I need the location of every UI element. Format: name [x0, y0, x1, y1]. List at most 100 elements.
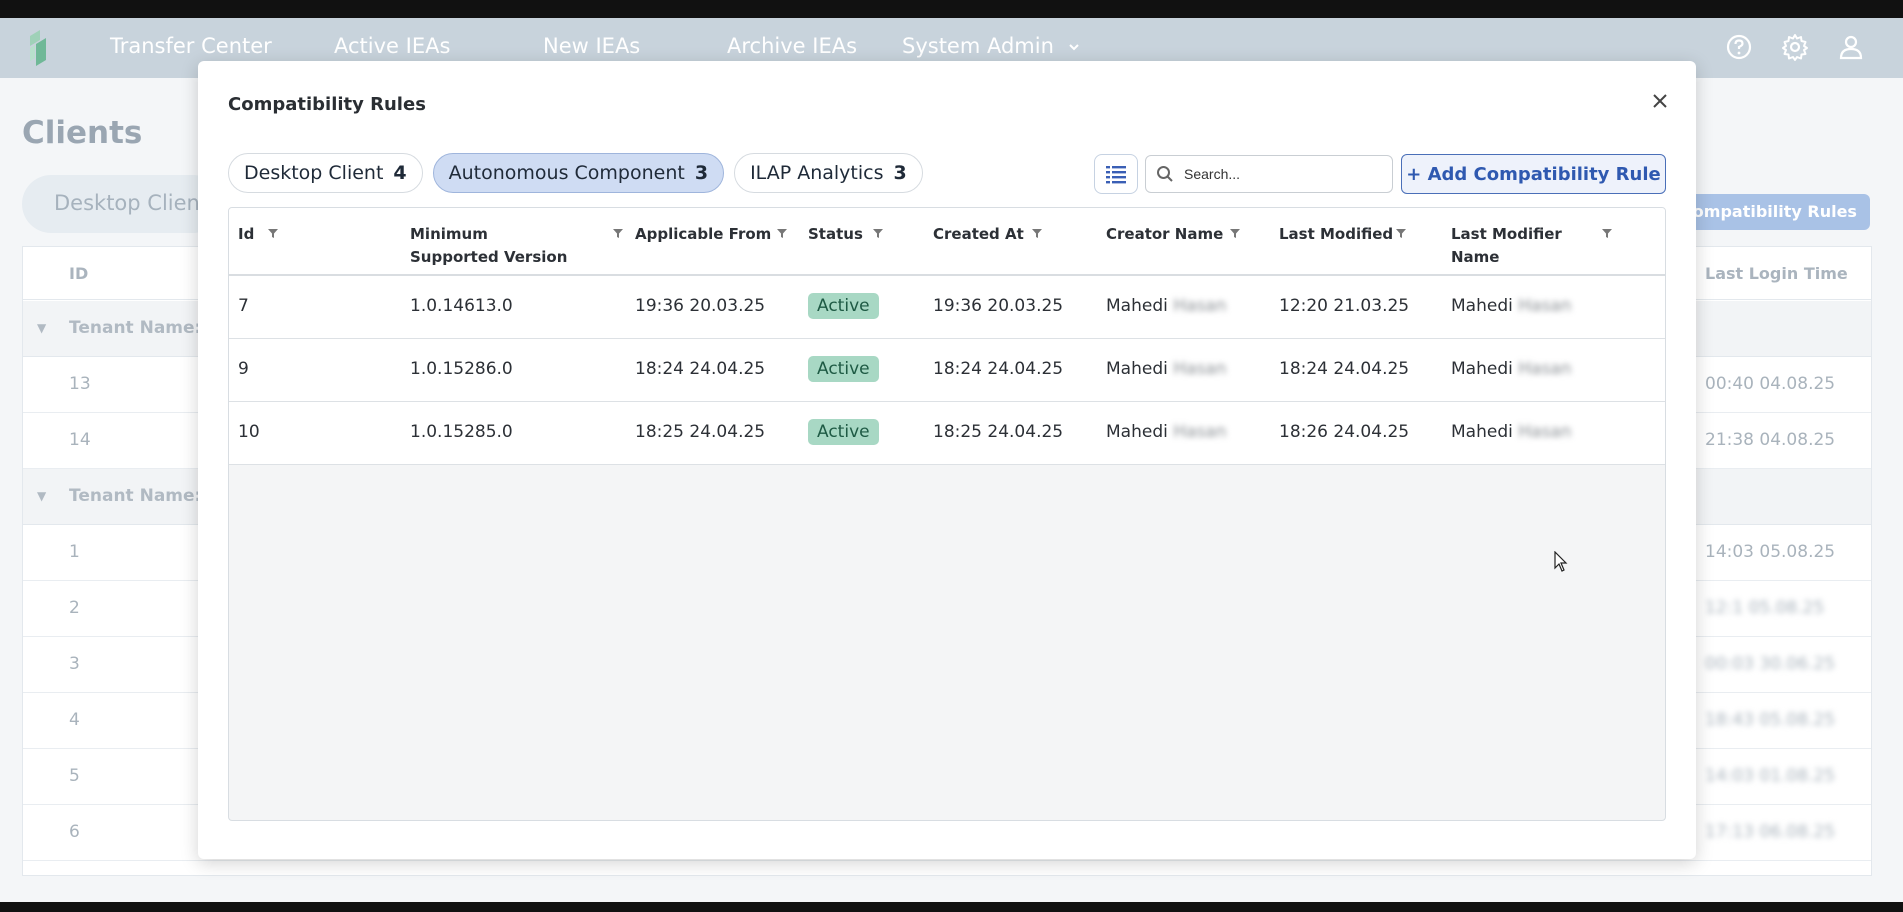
cell-modifier-name: Mahedi Hasan: [1451, 296, 1572, 316]
filter-icon[interactable]: [1229, 227, 1241, 239]
add-compatibility-rule-button[interactable]: + Add Compatibility Rule: [1401, 154, 1666, 194]
row-time: 14:03 01.08.25: [1705, 766, 1836, 786]
cell-version: 1.0.15286.0: [410, 359, 513, 379]
filter-icon[interactable]: [1031, 227, 1043, 239]
cell-version: 1.0.14613.0: [410, 296, 513, 316]
cell-last-modified: 12:20 21.03.25: [1279, 296, 1410, 316]
filter-icon[interactable]: [872, 227, 884, 239]
modifier-last-name: Hasan: [1518, 296, 1572, 316]
nav-active-ieas[interactable]: Active IEAs: [334, 34, 450, 58]
cell-creator-name: Mahedi Hasan: [1106, 296, 1227, 316]
bg-tab-desktop-client[interactable]: Desktop Client: [54, 191, 208, 215]
compatibility-rules-button[interactable]: Compatibility Rules: [1668, 194, 1870, 230]
cell-creator-name: Mahedi Hasan: [1106, 359, 1227, 379]
cell-creator-name: Mahedi Hasan: [1106, 422, 1227, 442]
filter-icon[interactable]: [776, 227, 788, 239]
creator-last-name: Hasan: [1173, 359, 1227, 379]
cell-modifier-name: Mahedi Hasan: [1451, 422, 1572, 442]
close-icon[interactable]: [1648, 89, 1672, 113]
caret-down-icon: ▼: [37, 489, 47, 503]
row-time: 00:40 04.08.25: [1705, 374, 1836, 394]
row-time: 17:13 06.08.25: [1705, 822, 1836, 842]
row-id: 1: [69, 542, 80, 562]
tab-label: ILAP Analytics: [750, 162, 884, 184]
col-header-creator-name[interactable]: Creator Name: [1106, 223, 1223, 246]
compatibility-rules-modal: Compatibility Rules Desktop Client 4 Aut…: [198, 61, 1696, 859]
nav-archive-ieas[interactable]: Archive IEAs: [727, 34, 857, 58]
filter-icon[interactable]: [1601, 227, 1613, 239]
col-header-id[interactable]: Id: [238, 223, 254, 246]
mouse-cursor-icon: [1554, 551, 1568, 572]
creator-first-name: Mahedi: [1106, 422, 1168, 442]
col-header-last-modified[interactable]: Last Modified: [1279, 223, 1393, 246]
col-header-applicable-from[interactable]: Applicable From: [635, 223, 771, 246]
search-field: [1145, 155, 1393, 193]
compatibility-rules-table: Id Minimum Supported Version Applicable …: [228, 207, 1666, 821]
row-id: 5: [69, 766, 80, 786]
cell-applicable-from: 18:24 24.04.25: [635, 359, 766, 379]
search-icon: [1157, 166, 1173, 182]
status-badge: Active: [808, 293, 879, 319]
tab-count: 3: [694, 162, 709, 184]
modifier-last-name: Hasan: [1518, 359, 1572, 379]
modifier-last-name: Hasan: [1518, 422, 1572, 442]
help-icon[interactable]: [1724, 32, 1754, 62]
modal-title: Compatibility Rules: [228, 94, 426, 115]
cell-id: 7: [238, 296, 249, 316]
row-id: 2: [69, 598, 80, 618]
cell-version: 1.0.15285.0: [410, 422, 513, 442]
filter-icon[interactable]: [267, 227, 279, 239]
column-chooser-button[interactable]: [1094, 154, 1138, 194]
gear-icon[interactable]: [1780, 32, 1810, 62]
col-last-login-header[interactable]: Last Login Time: [1705, 264, 1848, 283]
page-title: Clients: [22, 115, 143, 151]
search-input[interactable]: [1184, 166, 1374, 182]
col-header-min-version[interactable]: Minimum Supported Version: [410, 223, 570, 269]
app-logo-icon[interactable]: [26, 30, 50, 68]
tenant-group-label: Tenant Name: I: [69, 486, 214, 506]
row-time: 14:03 05.08.25: [1705, 542, 1836, 562]
cell-created-at: 19:36 20.03.25: [933, 296, 1064, 316]
row-time: 18:43 05.08.25: [1705, 710, 1836, 730]
cell-id: 9: [238, 359, 249, 379]
tenant-group-label: Tenant Name: I: [69, 318, 214, 338]
tab-count: 4: [393, 162, 407, 184]
row-time: 21:38 04.08.25: [1705, 430, 1836, 450]
modifier-first-name: Mahedi: [1451, 422, 1513, 442]
tab-desktop-client[interactable]: Desktop Client 4: [228, 153, 423, 193]
cell-modifier-name: Mahedi Hasan: [1451, 359, 1572, 379]
columns-list-icon: [1106, 166, 1126, 184]
cell-last-modified: 18:24 24.04.25: [1279, 359, 1410, 379]
tab-count: 3: [893, 162, 907, 184]
col-id-header[interactable]: ID: [69, 264, 88, 283]
modifier-first-name: Mahedi: [1451, 296, 1513, 316]
col-header-last-modifier-name[interactable]: Last Modifier Name: [1451, 223, 1571, 269]
tab-ilap-analytics[interactable]: ILAP Analytics 3: [734, 153, 923, 193]
user-icon[interactable]: [1836, 32, 1866, 62]
component-tabs: Desktop Client 4 Autonomous Component 3 …: [228, 153, 933, 193]
tab-label: Autonomous Component: [448, 162, 685, 184]
filter-icon[interactable]: [1395, 227, 1407, 239]
nav-system-admin[interactable]: System Admin: [902, 34, 1081, 58]
filter-icon[interactable]: [612, 227, 624, 239]
col-header-status[interactable]: Status: [808, 223, 863, 246]
creator-last-name: Hasan: [1173, 422, 1227, 442]
table-header: Id Minimum Supported Version Applicable …: [229, 208, 1665, 276]
row-time: 12:1 05.08.25: [1705, 598, 1825, 618]
nav-system-admin-label: System Admin: [902, 34, 1054, 58]
cell-created-at: 18:25 24.04.25: [933, 422, 1064, 442]
cell-applicable-from: 18:25 24.04.25: [635, 422, 766, 442]
nav-new-ieas[interactable]: New IEAs: [543, 34, 640, 58]
col-header-created-at[interactable]: Created At: [933, 223, 1024, 246]
table-row[interactable]: 7 1.0.14613.0 19:36 20.03.25 Active 19:3…: [229, 276, 1665, 339]
tab-autonomous-component[interactable]: Autonomous Component 3: [432, 153, 725, 193]
row-time: 00:03 30.06.25: [1705, 654, 1836, 674]
status-badge: Active: [808, 356, 879, 382]
row-id: 4: [69, 710, 80, 730]
row-id: 14: [69, 430, 91, 450]
bg-tab-bar: Desktop Client: [22, 175, 222, 233]
table-row[interactable]: 10 1.0.15285.0 18:25 24.04.25 Active 18:…: [229, 402, 1665, 465]
nav-transfer-center[interactable]: Transfer Center: [110, 34, 272, 58]
creator-first-name: Mahedi: [1106, 296, 1168, 316]
table-row[interactable]: 9 1.0.15286.0 18:24 24.04.25 Active 18:2…: [229, 339, 1665, 402]
